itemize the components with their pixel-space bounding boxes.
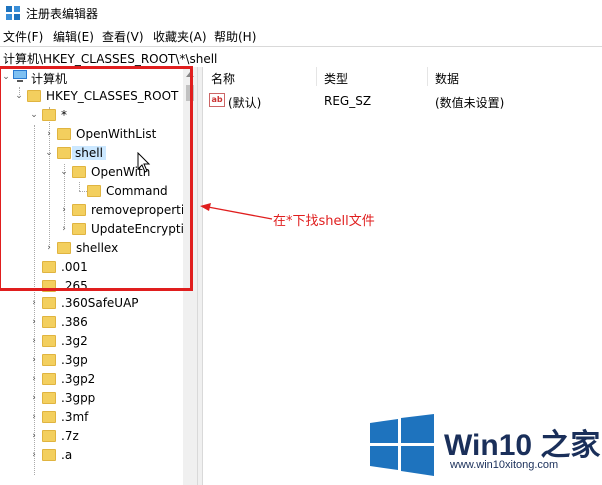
chevron-right-icon[interactable]: ›: [29, 430, 39, 442]
folder-icon: [42, 335, 56, 347]
menu-file[interactable]: 文件(F): [3, 28, 43, 45]
menu-view[interactable]: 查看(V): [102, 28, 144, 45]
chevron-right-icon[interactable]: ›: [29, 297, 39, 309]
value-name: (默认): [228, 96, 262, 110]
tree-item-ext-a[interactable]: › .a: [0, 446, 183, 465]
chevron-right-icon[interactable]: ›: [29, 335, 39, 347]
tree-item-ext-3gp2[interactable]: › .3gp2: [0, 370, 183, 389]
tree-item-ext-3mf[interactable]: › .3mf: [0, 408, 183, 427]
folder-icon: [42, 297, 56, 309]
tree-item-ext-3g2[interactable]: › .3g2: [0, 332, 183, 351]
tree-item-label: .3gpp: [61, 391, 96, 405]
highlight-box: [0, 66, 193, 291]
menu-edit[interactable]: 编辑(E): [53, 28, 94, 45]
value-row-default[interactable]: ab (默认) REG_SZ (数值未设置): [203, 92, 602, 110]
menu-help[interactable]: 帮助(H): [214, 28, 256, 45]
folder-icon: [42, 373, 56, 385]
mouse-cursor-icon: [137, 152, 151, 173]
folder-icon: [42, 392, 56, 404]
column-header-name[interactable]: 名称: [211, 70, 235, 87]
logo-url: www.win10xitong.com: [450, 459, 559, 471]
logo-title: Win10 之家: [444, 429, 601, 462]
folder-icon: [42, 411, 56, 423]
tree-item-label: .a: [61, 448, 73, 462]
tree-item-ext-386[interactable]: › .386: [0, 313, 183, 332]
folder-icon: [42, 354, 56, 366]
chevron-right-icon[interactable]: ›: [29, 316, 39, 328]
column-separator[interactable]: [316, 67, 317, 86]
tree-item-label: .3g2: [61, 334, 88, 348]
chevron-right-icon[interactable]: ›: [29, 354, 39, 366]
tree-item-label: .3mf: [61, 410, 89, 424]
tree-item-label: .7z: [61, 429, 79, 443]
tree-item-label: .3gp: [61, 353, 88, 367]
tree-item-label: .360SafeUAP: [61, 296, 139, 310]
tree-item-ext-3gpp[interactable]: › .3gpp: [0, 389, 183, 408]
menu-bar: 文件(F) 编辑(E) 查看(V) 收藏夹(A) 帮助(H): [0, 26, 602, 45]
annotation-arrow: [200, 203, 273, 220]
address-path[interactable]: 计算机\HKEY_CLASSES_ROOT\*\shell: [3, 50, 217, 67]
win10-logo: Win10 之家 www.win10xitong.com: [370, 412, 602, 485]
regedit-icon: [6, 6, 20, 20]
string-value-icon: ab: [209, 93, 225, 107]
tree-item-ext-360safeuap[interactable]: › .360SafeUAP: [0, 294, 183, 313]
menu-favorites[interactable]: 收藏夹(A): [153, 28, 207, 45]
address-bar[interactable]: 计算机\HKEY_CLASSES_ROOT\*\shell: [0, 46, 602, 68]
chevron-right-icon[interactable]: ›: [29, 449, 39, 461]
folder-icon: [42, 316, 56, 328]
column-separator[interactable]: [427, 67, 428, 86]
folder-icon: [42, 430, 56, 442]
value-data: (数值未设置): [435, 96, 505, 110]
tree-item-label: .3gp2: [61, 372, 96, 386]
folder-icon: [42, 449, 56, 461]
value-type: REG_SZ: [324, 94, 372, 108]
column-header-data[interactable]: 数据: [435, 70, 459, 87]
title-bar: 注册表编辑器: [0, 0, 602, 27]
tree-item-ext-7z[interactable]: › .7z: [0, 427, 183, 446]
chevron-right-icon[interactable]: ›: [29, 392, 39, 404]
tree-item-label: .386: [61, 315, 88, 329]
chevron-right-icon[interactable]: ›: [29, 411, 39, 423]
window-title: 注册表编辑器: [26, 7, 99, 21]
windows-logo-icon: [370, 414, 434, 476]
annotation-text: 在*下找shell文件: [273, 214, 375, 229]
tree-item-ext-3gp[interactable]: › .3gp: [0, 351, 183, 370]
chevron-right-icon[interactable]: ›: [29, 373, 39, 385]
column-header-type[interactable]: 类型: [324, 70, 348, 87]
